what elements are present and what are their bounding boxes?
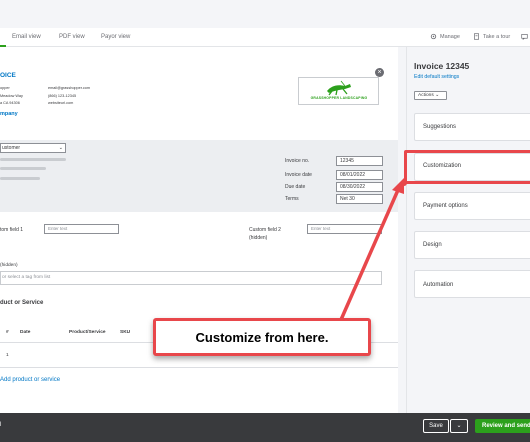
invoice-editor-screen: Email view PDF view Payor view Manage Ta… bbox=[0, 0, 530, 442]
save-button[interactable]: Save bbox=[423, 419, 449, 433]
callout-text: Customize from here. bbox=[195, 330, 329, 345]
review-and-send-button[interactable]: Review and send bbox=[475, 419, 530, 433]
arrow-dot-icon bbox=[401, 180, 407, 186]
footer-left-text: l bbox=[0, 422, 2, 428]
arrow-head-icon bbox=[392, 178, 404, 194]
chevron-down-icon: ⌄ bbox=[456, 423, 462, 429]
callout-arrow bbox=[338, 178, 407, 323]
save-options-button[interactable]: ⌄ bbox=[450, 419, 468, 433]
